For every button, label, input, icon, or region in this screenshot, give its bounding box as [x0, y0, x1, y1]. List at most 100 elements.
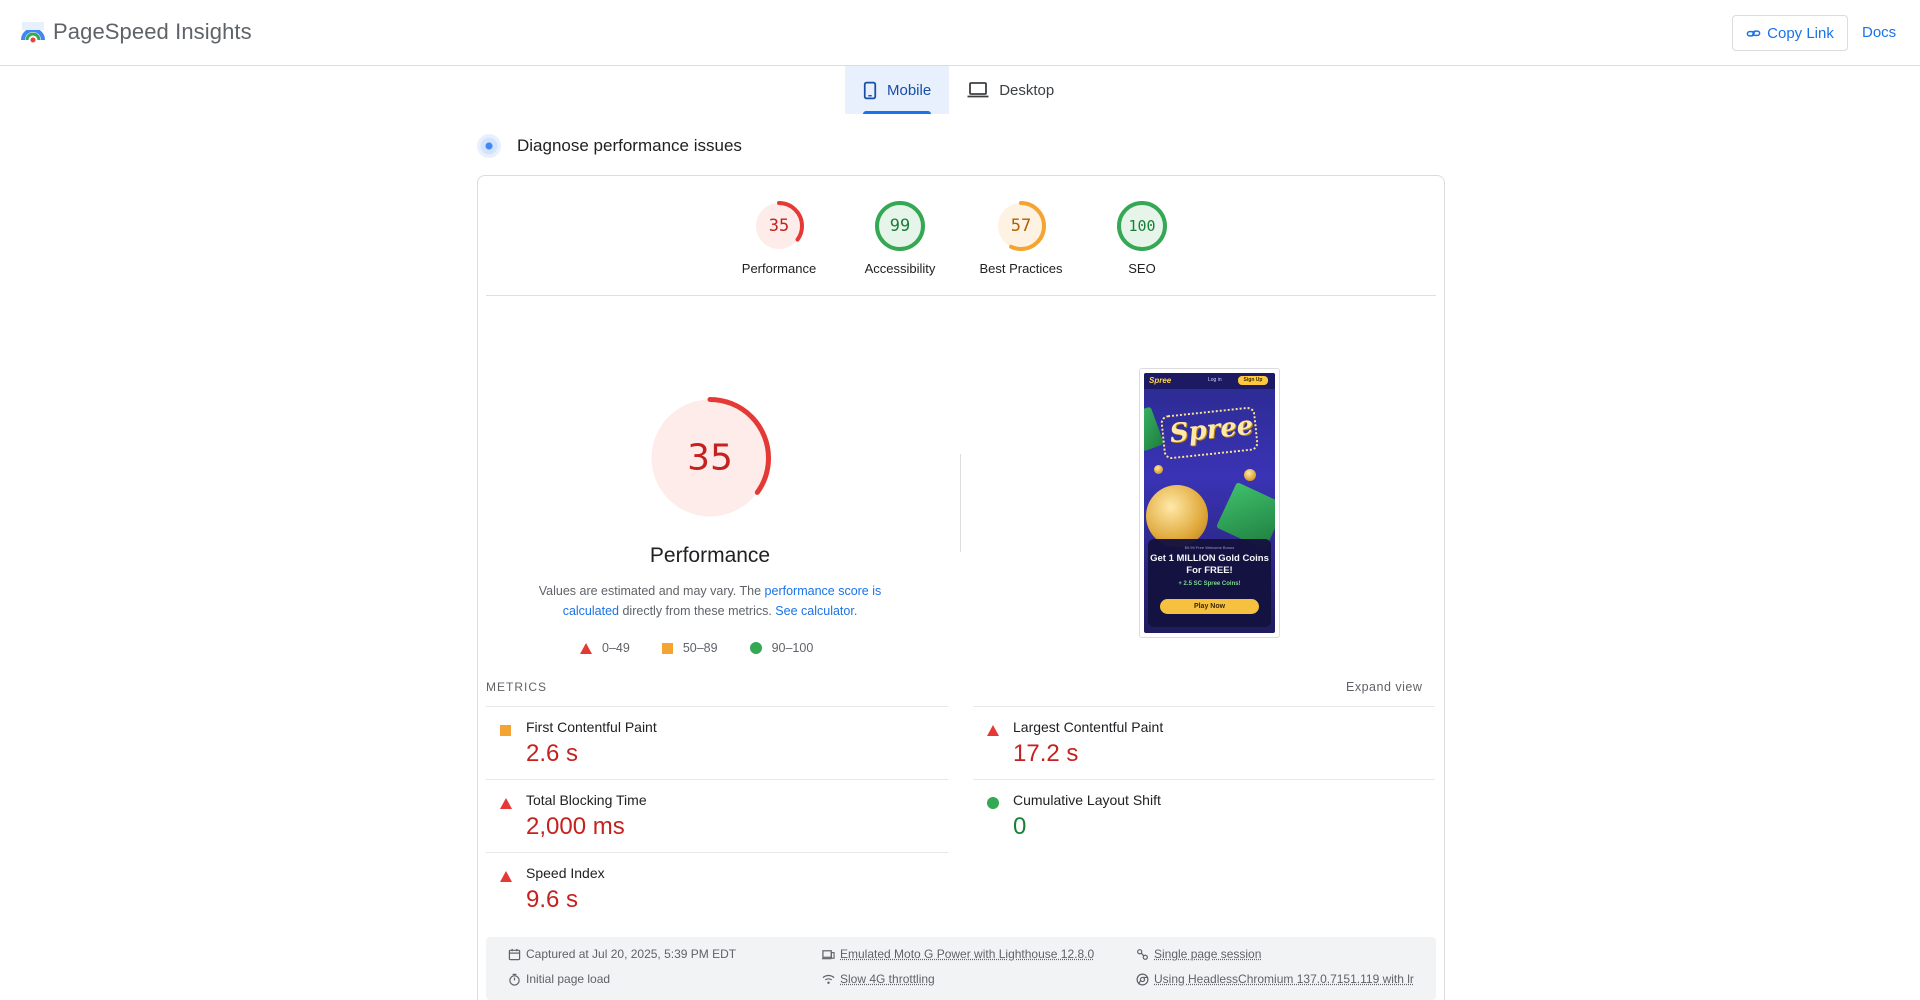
screenshot-brand-small: Spree — [1149, 376, 1172, 385]
desc-text-2: directly from these metrics. — [619, 604, 776, 618]
metric-lcp-indicator — [987, 723, 999, 741]
score-label-3: SEO — [1128, 261, 1156, 276]
info-load: Initial page load — [508, 972, 610, 986]
metric-tbt-name: Total Blocking Time — [526, 792, 647, 808]
docs-link[interactable]: Docs — [1862, 24, 1896, 41]
devices-icon — [822, 949, 835, 959]
score-ring-3: 100 — [1117, 201, 1167, 251]
metric-fcp: First Contentful Paint 2.6 s — [486, 706, 948, 779]
diagnose-icon — [477, 134, 501, 158]
screenshot-offer-sub: + 2.5 SC Spree Coins! — [1178, 581, 1241, 587]
screenshot-play-button: Play Now — [1160, 599, 1259, 614]
metric-tbt-indicator — [500, 796, 512, 814]
legend-good: 90–100 — [749, 641, 814, 655]
score-ring-0: 35 — [754, 201, 804, 251]
info-device-text: Emulated Moto G Power with Lighthouse 12… — [840, 947, 1095, 961]
score-ring-2-value: 57 — [1011, 216, 1031, 236]
score-ring-1-value: 99 — [890, 216, 910, 236]
gauge-accessibility[interactable]: 99 Accessibility — [840, 200, 960, 276]
legend-poor: 0–49 — [580, 641, 630, 655]
info-captured: Captured at Jul 20, 2025, 5:39 PM EDT — [508, 947, 736, 961]
legend-average: 50–89 — [661, 641, 718, 655]
screenshot-coin-small — [1154, 465, 1163, 474]
app-title[interactable]: PageSpeed Insights — [53, 19, 252, 45]
metric-fcp-value: 2.6 s — [526, 740, 579, 767]
legend-good-label: 90–100 — [771, 641, 814, 655]
metric-cls: Cumulative Layout Shift 0 — [973, 779, 1435, 852]
metric-si-name: Speed Index — [526, 865, 605, 881]
info-load-text: Initial page load — [526, 972, 611, 986]
tab-desktop-label: Desktop — [999, 81, 1055, 99]
gauge-best-practices[interactable]: 57 Best Practices — [961, 200, 1081, 276]
link-icon — [1746, 29, 1761, 37]
pagespeed-logo-icon[interactable] — [20, 20, 46, 46]
metric-tbt: Total Blocking Time 2,000 ms — [486, 779, 948, 852]
copy-link-button[interactable]: Copy Link — [1732, 15, 1848, 51]
screenshot-offer-headline: Get 1 MILLION Gold Coins For FREE! — [1150, 553, 1269, 576]
gauge-performance[interactable]: 35 Performance — [719, 200, 839, 276]
score-label-2: Best Practices — [979, 261, 1063, 276]
score-ring-1: 99 — [875, 201, 925, 251]
score-label-0: Performance — [741, 261, 817, 276]
tab-mobile-label: Mobile — [887, 81, 932, 99]
desc-text-1: Values are estimated and may vary. The — [538, 584, 765, 598]
screenshot-login: Log in — [1208, 377, 1222, 383]
info-browser[interactable]: Using HeadlessChromium 137.0.7151.119 wi… — [1136, 972, 1414, 986]
tab-desktop[interactable]: Desktop — [949, 66, 1072, 114]
square-icon — [500, 725, 511, 736]
performance-big-gauge-value: 35 — [687, 438, 733, 479]
screenshot-content: Spree Log in Sign Up Spree $9.99 Free We… — [1144, 373, 1275, 633]
diagnose-title: Diagnose performance issues — [517, 136, 742, 155]
session-icon — [1137, 948, 1148, 960]
vertical-divider — [960, 454, 961, 552]
screenshot-coin — [1146, 485, 1208, 547]
metric-fcp-indicator — [500, 723, 511, 741]
see-calculator-link[interactable]: See calculator. — [775, 604, 857, 618]
phone-icon — [863, 81, 877, 99]
info-throttling[interactable]: Slow 4G throttling — [822, 972, 935, 986]
gauge-seo[interactable]: 100 SEO — [1082, 200, 1202, 276]
run-info-panel: Captured at Jul 20, 2025, 5:39 PM EDT In… — [486, 937, 1436, 1000]
metric-cls-value: 0 — [1013, 813, 1027, 840]
legend-average-label: 50–89 — [682, 641, 718, 655]
metric-fcp-name: First Contentful Paint — [526, 719, 657, 735]
metrics-heading: METRICS — [486, 680, 547, 694]
info-browser-text: Using HeadlessChromium 137.0.7151.119 wi… — [1154, 972, 1414, 986]
screenshot-offer-box: $9.99 Free Welcome Bonus Get 1 MILLION G… — [1148, 539, 1271, 627]
triangle-icon — [580, 642, 592, 654]
timer-icon — [509, 973, 520, 986]
info-session-text: Single page session — [1154, 947, 1262, 961]
tab-mobile[interactable]: Mobile — [845, 66, 950, 114]
copy-link-label: Copy Link — [1767, 24, 1834, 42]
triangle-icon — [500, 871, 512, 882]
score-ring-2: 57 — [996, 201, 1046, 251]
chrome-icon — [1136, 973, 1149, 985]
metric-tbt-value: 2,000 ms — [526, 813, 625, 840]
metric-cls-name: Cumulative Layout Shift — [1013, 792, 1161, 808]
page-screenshot[interactable]: Spree Log in Sign Up Spree $9.99 Free We… — [1139, 368, 1280, 638]
gauges-divider — [486, 295, 1436, 296]
screenshot-signup: Sign Up — [1238, 376, 1268, 385]
square-icon — [661, 642, 673, 654]
info-throttling-text: Slow 4G throttling — [840, 972, 935, 986]
device-tabs: Mobile Desktop — [845, 66, 1072, 114]
expand-view-toggle[interactable]: Expand view — [1346, 680, 1422, 694]
circle-icon — [749, 642, 762, 654]
score-ring-0-value: 35 — [769, 216, 789, 236]
metric-si: Speed Index 9.6 s — [486, 852, 948, 925]
legend-poor-label: 0–49 — [602, 641, 630, 655]
metric-lcp: Largest Contentful Paint 17.2 s — [973, 706, 1435, 779]
metric-si-value: 9.6 s — [526, 886, 579, 913]
performance-description: Values are estimated and may vary. The p… — [520, 581, 900, 621]
triangle-icon — [987, 725, 999, 736]
score-legend: 0–49 50–89 90–100 — [580, 641, 813, 655]
info-session[interactable]: Single page session — [1136, 947, 1261, 961]
calendar-icon — [508, 948, 521, 960]
wifi-icon — [822, 974, 835, 984]
metric-lcp-value: 17.2 s — [1013, 740, 1079, 767]
metric-lcp-name: Largest Contentful Paint — [1013, 719, 1164, 735]
metric-cls-indicator — [987, 796, 999, 814]
info-device[interactable]: Emulated Moto G Power with Lighthouse 12… — [822, 947, 1094, 961]
score-ring-3-value: 100 — [1128, 217, 1155, 235]
score-label-1: Accessibility — [864, 261, 936, 276]
